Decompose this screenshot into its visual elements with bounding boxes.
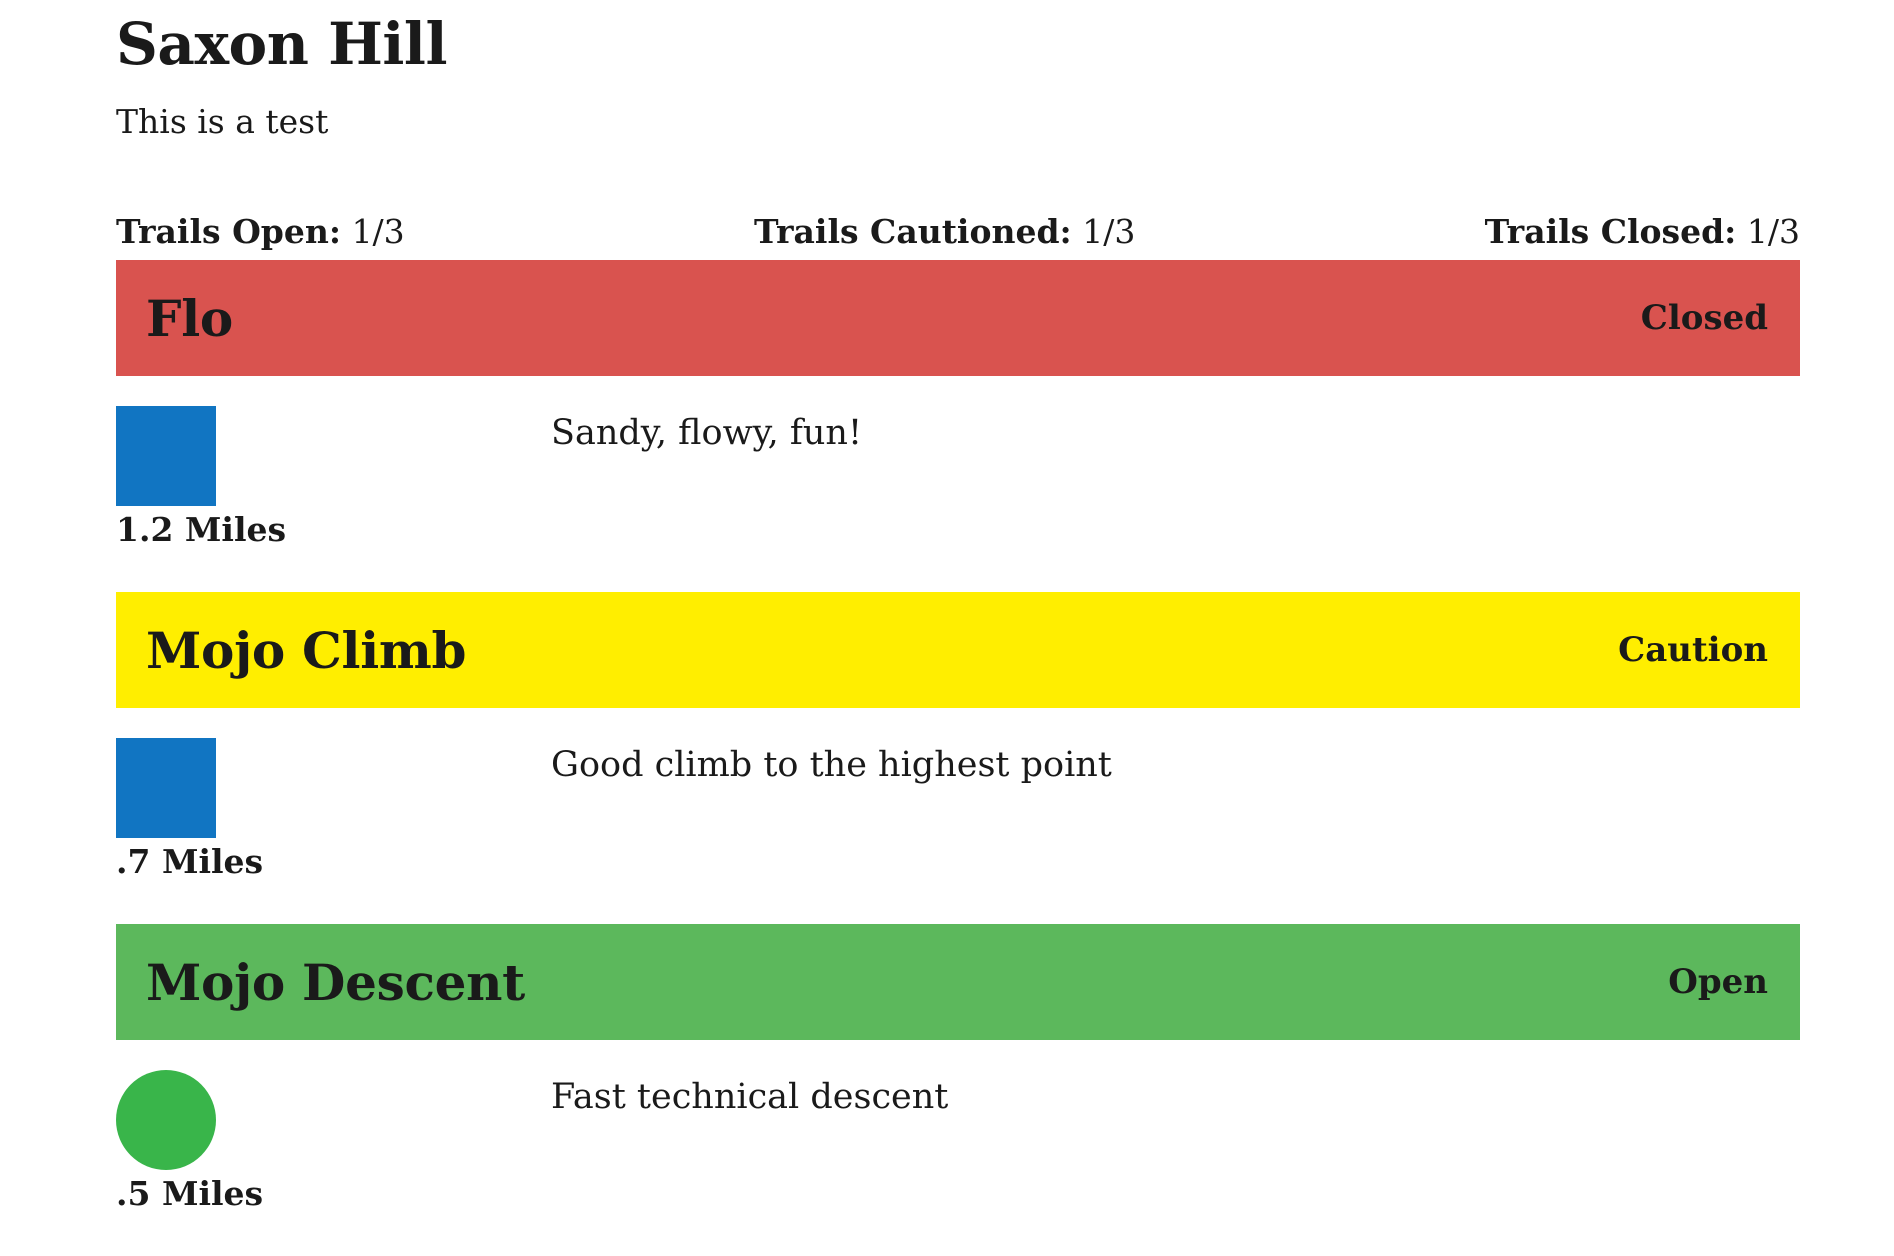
trail-distance: .5 Miles — [116, 1174, 264, 1213]
trail-distance: 1.2 Miles — [116, 510, 287, 549]
blue-square-icon — [116, 738, 216, 838]
trails-cautioned-summary: Trails Cautioned: 1/3 — [754, 212, 1135, 252]
trails-open-count: 1/3 — [351, 212, 405, 251]
trail-name: Mojo Descent — [146, 952, 525, 1012]
blue-square-icon — [116, 406, 216, 506]
trail-description: Sandy, flowy, fun! — [551, 413, 863, 453]
trail-status-badge: Closed — [1640, 298, 1768, 338]
trail-name: Mojo Climb — [146, 620, 467, 680]
trail-name: Flo — [146, 288, 233, 348]
trail-description: Fast technical descent — [551, 1077, 949, 1117]
trails-open-summary: Trails Open: 1/3 — [116, 212, 405, 252]
area-description: This is a test — [116, 102, 329, 141]
trail-status-badge: Caution — [1618, 630, 1768, 670]
trails-closed-summary: Trails Closed: 1/3 — [1485, 212, 1800, 252]
green-circle-icon — [116, 1070, 216, 1170]
trail-report-page: Saxon Hill This is a test Trails Open: 1… — [116, 0, 1800, 1256]
trails-closed-count: 1/3 — [1746, 212, 1800, 251]
trail-header: Mojo Climb Caution — [116, 592, 1800, 708]
trail-header: Mojo Descent Open — [116, 924, 1800, 1040]
trail-card: Mojo Descent Open .5 Miles Fast technica… — [116, 924, 1800, 1256]
trail-header: Flo Closed — [116, 260, 1800, 376]
trail-card: Mojo Climb Caution .7 Miles Good climb t… — [116, 592, 1800, 924]
trail-description: Good climb to the highest point — [551, 745, 1112, 785]
trail-details: .7 Miles Good climb to the highest point — [116, 708, 1800, 924]
trails-open-label: Trails Open: — [116, 212, 342, 251]
trail-details: .5 Miles Fast technical descent — [116, 1040, 1800, 1256]
trail-status-summary: Trails Open: 1/3 Trails Cautioned: 1/3 T… — [116, 212, 1800, 252]
trail-distance: .7 Miles — [116, 842, 264, 881]
trail-card: Flo Closed 1.2 Miles Sandy, flowy, fun! — [116, 260, 1800, 592]
trails-cautioned-label: Trails Cautioned: — [753, 212, 1072, 251]
page-title: Saxon Hill — [116, 10, 448, 78]
trails-cautioned-count: 1/3 — [1082, 212, 1136, 251]
trails-closed-label: Trails Closed: — [1484, 212, 1737, 251]
trail-details: 1.2 Miles Sandy, flowy, fun! — [116, 376, 1800, 592]
trail-status-badge: Open — [1668, 962, 1768, 1002]
